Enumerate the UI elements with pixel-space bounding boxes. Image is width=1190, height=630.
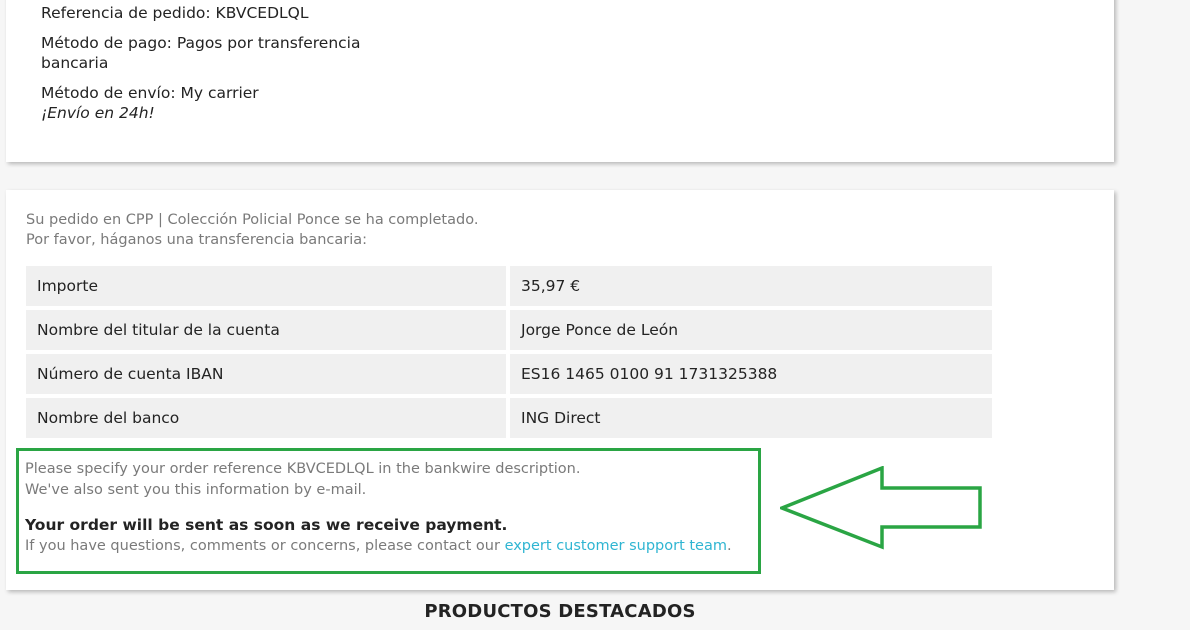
confirmation-message: Su pedido en CPP | Colección Policial Po… <box>26 210 478 250</box>
support-team-link[interactable]: expert customer support team <box>505 538 727 554</box>
payment-method-line2: bancaria <box>41 54 109 72</box>
confirmation-line1: Su pedido en CPP | Colección Policial Po… <box>26 212 479 228</box>
email-sent-note: We've also sent you this information by … <box>25 482 367 498</box>
order-details-card: Referencia de pedido: KBVCEDLQL Método d… <box>6 0 1114 162</box>
table-row: Importe 35,97 € <box>26 266 996 306</box>
payment-method-line1: Método de pago: Pagos por transferencia <box>41 34 361 52</box>
order-reference: Referencia de pedido: KBVCEDLQL <box>41 4 309 22</box>
confirmation-line2: Por favor, háganos una transferencia ban… <box>26 232 368 248</box>
bank-name-value: ING Direct <box>510 398 992 438</box>
payment-method: Método de pago: Pagos por transferencia … <box>41 33 360 73</box>
amount-value: 35,97 € <box>510 266 992 306</box>
reference-instruction: Please specify your order reference KBVC… <box>25 461 581 477</box>
highlighted-note-box: Please specify your order reference KBVC… <box>16 448 761 574</box>
amount-label: Importe <box>26 266 506 306</box>
featured-products-heading: PRODUCTOS DESTACADOS <box>424 601 696 622</box>
shipping-method-label: Método de envío: My carrier <box>41 84 259 102</box>
bank-details-table: Importe 35,97 € Nombre del titular de la… <box>26 266 996 442</box>
shipping-note: ¡Envío en 24h! <box>41 104 155 122</box>
iban-value: ES16 1465 0100 91 1731325388 <box>510 354 992 394</box>
contact-text: If you have questions, comments or conce… <box>25 538 732 554</box>
left-arrow-icon <box>780 466 982 550</box>
account-holder-label: Nombre del titular de la cuenta <box>26 310 506 350</box>
table-row: Nombre del banco ING Direct <box>26 398 996 438</box>
table-row: Número de cuenta IBAN ES16 1465 0100 91 … <box>26 354 996 394</box>
payment-notice: Your order will be sent as soon as we re… <box>25 516 508 534</box>
account-holder-value: Jorge Ponce de León <box>510 310 992 350</box>
table-row: Nombre del titular de la cuenta Jorge Po… <box>26 310 996 350</box>
shipping-method: Método de envío: My carrier ¡Envío en 24… <box>41 83 259 123</box>
iban-label: Número de cuenta IBAN <box>26 354 506 394</box>
bank-name-label: Nombre del banco <box>26 398 506 438</box>
